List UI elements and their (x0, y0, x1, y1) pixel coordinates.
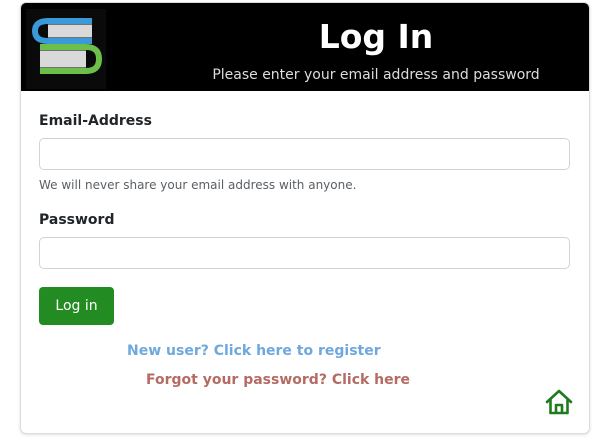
email-label: Email-Address (39, 113, 152, 129)
book-stack-icon (26, 9, 106, 89)
register-link[interactable]: New user? Click here to register (127, 343, 381, 359)
forgot-password-link[interactable]: Forgot your password? Click here (146, 372, 410, 388)
password-label: Password (39, 212, 115, 228)
email-field[interactable] (39, 138, 570, 170)
page-title: Log In (318, 17, 434, 56)
login-header: Log In Please enter your email address a… (21, 3, 589, 91)
page-subtitle: Please enter your email address and pass… (212, 67, 540, 83)
login-card: Log In Please enter your email address a… (20, 2, 590, 434)
home-icon[interactable] (545, 388, 573, 416)
password-field[interactable] (39, 237, 570, 269)
login-button[interactable]: Log in (39, 287, 114, 325)
email-help-text: We will never share your email address w… (39, 178, 357, 192)
